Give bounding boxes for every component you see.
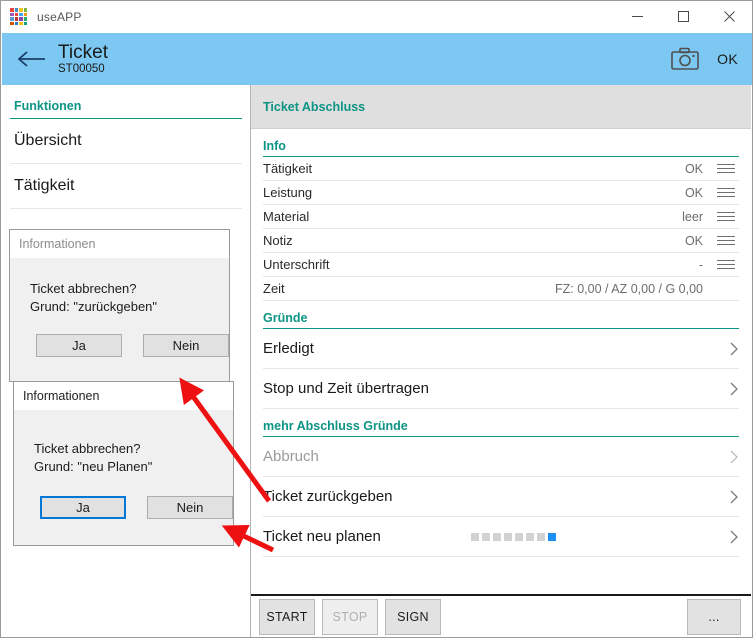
ticket-number: ST00050 bbox=[58, 62, 105, 75]
info-row-material[interactable]: Material leer bbox=[263, 205, 739, 229]
content-list: Info Tätigkeit OK Leistung OK Material l… bbox=[251, 129, 751, 594]
dialog-message: Ticket abbrechen? Grund: "neu Planen" bbox=[14, 410, 233, 476]
more-options-button[interactable]: ... bbox=[687, 599, 741, 635]
app-header-bar: Ticket ST00050 OK bbox=[2, 33, 752, 85]
action-label: Erledigt bbox=[263, 340, 314, 357]
progress-dot bbox=[471, 532, 479, 541]
info-value: FZ: 0,00 / AZ 0,00 / G 0,00 bbox=[555, 281, 703, 296]
sidebar: Funktionen Übersicht Tätigkeit Informati… bbox=[2, 85, 251, 637]
progress-dot bbox=[504, 532, 512, 541]
app-header-titles: Ticket ST00050 bbox=[58, 43, 108, 76]
hamburger-menu-icon[interactable] bbox=[717, 188, 739, 197]
progress-dot bbox=[526, 532, 534, 541]
hamburger-menu-icon[interactable] bbox=[717, 164, 739, 173]
info-value: OK bbox=[684, 161, 703, 176]
sign-button[interactable]: SIGN bbox=[385, 599, 441, 635]
info-label: Material bbox=[263, 209, 310, 224]
hamburger-menu-placeholder bbox=[717, 284, 739, 293]
info-row-leistung[interactable]: Leistung OK bbox=[263, 181, 739, 205]
dialog-2-no-button[interactable]: Nein bbox=[147, 496, 233, 519]
dialog-message: Ticket abbrechen? Grund: "zurückgeben" bbox=[10, 258, 229, 316]
action-row-abbruch: Abbruch bbox=[263, 437, 739, 477]
dialog-title: Informationen bbox=[14, 382, 233, 410]
hamburger-menu-icon[interactable] bbox=[717, 236, 739, 245]
content-panel: Ticket Abschluss Info Tätigkeit OK Leist… bbox=[251, 85, 751, 637]
bottom-toolbar: START STOP SIGN ... bbox=[251, 594, 751, 637]
main-body: Funktionen Übersicht Tätigkeit Informati… bbox=[2, 85, 752, 637]
info-value: OK bbox=[684, 233, 703, 248]
minimize-icon[interactable] bbox=[614, 1, 660, 32]
progress-dot bbox=[493, 532, 501, 541]
info-label: Tätigkeit bbox=[263, 161, 313, 176]
action-label: Ticket zurückgeben bbox=[263, 488, 393, 505]
group-header-gruende: Gründe bbox=[263, 301, 739, 329]
app-grid-icon bbox=[10, 8, 27, 25]
info-label: Leistung bbox=[263, 185, 313, 200]
dialog-buttons: Ja Nein bbox=[10, 316, 229, 357]
dialog-buttons: Ja Nein bbox=[14, 476, 233, 519]
chevron-right-icon bbox=[729, 449, 739, 465]
window-title: useAPP bbox=[37, 9, 82, 24]
info-label: Zeit bbox=[263, 281, 285, 296]
progress-dot bbox=[548, 532, 556, 541]
sidebar-item-taetigkeit[interactable]: Tätigkeit bbox=[10, 164, 242, 209]
action-label: Abbruch bbox=[263, 448, 319, 465]
action-label: Ticket neu planen bbox=[263, 528, 381, 545]
dialog-ticket-abbrechen-zurueckgeben[interactable]: Informationen Ticket abbrechen? Grund: "… bbox=[9, 229, 230, 382]
dialog-message-line1: Ticket abbrechen? bbox=[34, 441, 141, 456]
progress-dot bbox=[482, 532, 490, 541]
action-row-ticket-zurueckgeben[interactable]: Ticket zurückgeben bbox=[263, 477, 739, 517]
page-title: Ticket bbox=[58, 41, 108, 63]
dialog-1-no-button[interactable]: Nein bbox=[143, 334, 229, 357]
info-row-zeit[interactable]: Zeit FZ: 0,00 / AZ 0,00 / G 0,00 bbox=[263, 277, 739, 301]
info-row-taetigkeit[interactable]: Tätigkeit OK bbox=[263, 157, 739, 181]
maximize-icon[interactable] bbox=[660, 1, 706, 32]
progress-dot bbox=[515, 532, 523, 541]
action-row-stop-und-zeit-uebertragen[interactable]: Stop und Zeit übertragen bbox=[263, 369, 739, 409]
app-header-actions: OK bbox=[671, 47, 752, 71]
action-label: Stop und Zeit übertragen bbox=[263, 380, 429, 397]
info-label: Notiz bbox=[263, 233, 293, 248]
ok-button[interactable]: OK bbox=[717, 51, 738, 67]
app-window: useAPP Ticket ST00050 OK Funktionen Über… bbox=[0, 0, 753, 638]
content-header-title: Ticket Abschluss bbox=[263, 99, 366, 114]
info-value: OK bbox=[684, 185, 703, 200]
progress-dot bbox=[537, 532, 545, 541]
content-header: Ticket Abschluss bbox=[251, 85, 751, 129]
progress-indicator bbox=[471, 532, 556, 541]
chevron-right-icon bbox=[729, 529, 739, 545]
dialog-message-line1: Ticket abbrechen? bbox=[30, 281, 137, 296]
window-controls bbox=[614, 1, 752, 33]
action-row-ticket-neu-planen[interactable]: Ticket neu planen bbox=[263, 517, 739, 557]
info-row-unterschrift[interactable]: Unterschrift - bbox=[263, 253, 739, 277]
group-header-mehr-abschluss-gruende: mehr Abschluss Gründe bbox=[263, 409, 739, 437]
dialog-2-yes-button[interactable]: Ja bbox=[40, 496, 127, 519]
action-row-erledigt[interactable]: Erledigt bbox=[263, 329, 739, 369]
sidebar-section-funktionen: Funktionen bbox=[10, 85, 242, 119]
dialog-ticket-abbrechen-neu-planen[interactable]: Informationen Ticket abbrechen? Grund: "… bbox=[13, 381, 234, 546]
hamburger-menu-icon[interactable] bbox=[717, 212, 739, 221]
dialog-message-line2: Grund: "neu Planen" bbox=[34, 459, 153, 474]
stop-button: STOP bbox=[322, 599, 378, 635]
info-value: leer bbox=[682, 209, 703, 224]
chevron-right-icon bbox=[729, 341, 739, 357]
dialog-message-line2: Grund: "zurückgeben" bbox=[30, 299, 158, 314]
dialog-title: Informationen bbox=[10, 230, 229, 258]
dialog-1-yes-button[interactable]: Ja bbox=[36, 334, 122, 357]
chevron-right-icon bbox=[729, 489, 739, 505]
close-icon[interactable] bbox=[706, 1, 752, 32]
sidebar-item-uebersicht[interactable]: Übersicht bbox=[10, 119, 242, 164]
back-arrow-icon[interactable] bbox=[10, 49, 54, 69]
hamburger-menu-icon[interactable] bbox=[717, 260, 739, 269]
info-label: Unterschrift bbox=[263, 257, 330, 272]
info-row-notiz[interactable]: Notiz OK bbox=[263, 229, 739, 253]
camera-icon[interactable] bbox=[671, 47, 699, 71]
chevron-right-icon bbox=[729, 381, 739, 397]
window-titlebar: useAPP bbox=[1, 1, 752, 33]
group-header-info: Info bbox=[263, 129, 739, 157]
start-button[interactable]: START bbox=[259, 599, 315, 635]
info-value: - bbox=[698, 257, 703, 272]
